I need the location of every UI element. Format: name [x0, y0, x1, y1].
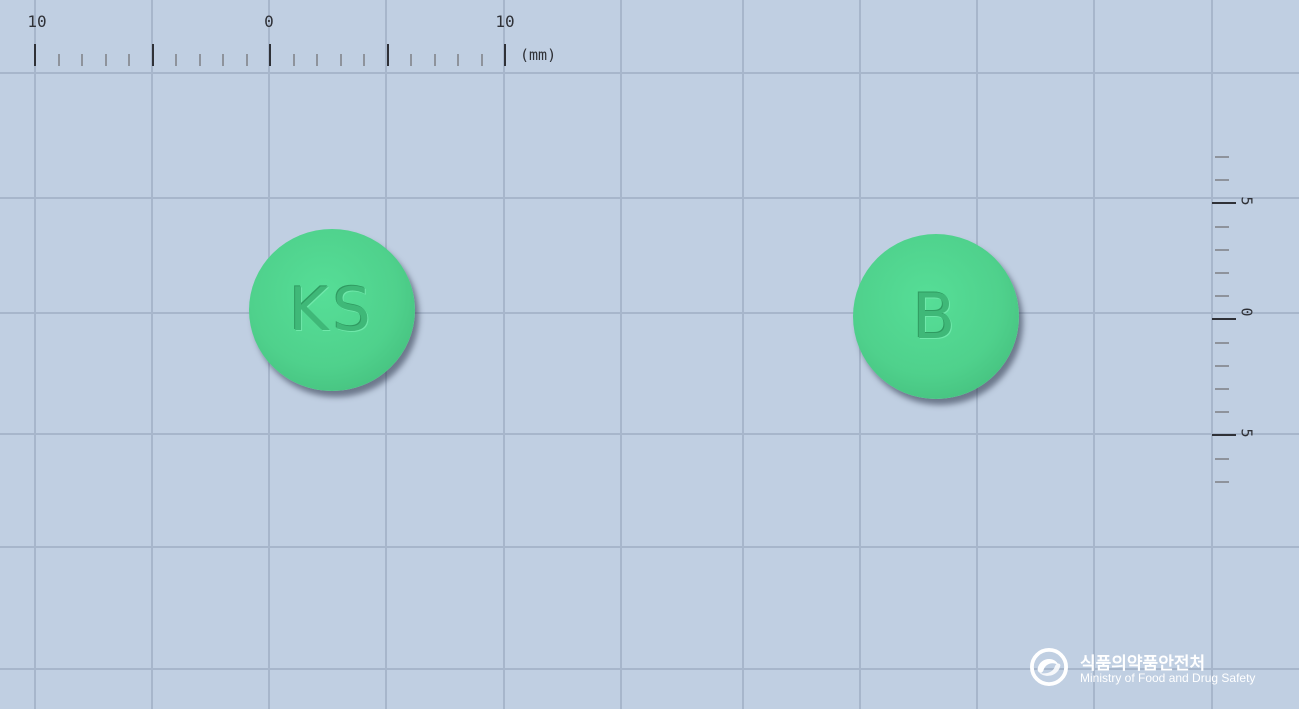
side-ruler-minor-tick [1215, 388, 1229, 390]
side-ruler-label-zero: 0 [1237, 307, 1256, 317]
ruler-minor-tick [246, 54, 248, 66]
side-ruler-major-tick [1212, 202, 1236, 204]
ruler-major-tick [269, 44, 271, 66]
pill-imprint-back: B [912, 280, 960, 353]
mfds-logo-icon [1030, 648, 1068, 686]
ruler-minor-tick [457, 54, 459, 66]
grid-line-vertical [1211, 0, 1213, 709]
side-ruler-minor-tick [1215, 179, 1229, 181]
mfds-logo: 식품의약품안전처 Ministry of Food and Drug Safet… [1028, 646, 1278, 690]
ruler-minor-tick [340, 54, 342, 66]
side-ruler-minor-tick [1215, 295, 1229, 297]
ruler-minor-tick [58, 54, 60, 66]
side-ruler-minor-tick [1215, 226, 1229, 228]
ruler-label-left-10: 10 [27, 12, 47, 31]
grid-line-vertical [742, 0, 744, 709]
ruler-major-tick [34, 44, 36, 66]
ruler-label-zero: 0 [264, 12, 274, 31]
side-ruler-minor-tick [1215, 458, 1229, 460]
ruler-major-tick [387, 44, 389, 66]
ruler-major-tick [504, 44, 506, 66]
grid-line-horizontal [0, 197, 1299, 199]
ruler-minor-tick [105, 54, 107, 66]
side-ruler-minor-tick [1215, 156, 1229, 158]
ruler-minor-tick [175, 54, 177, 66]
grid-line-vertical [1093, 0, 1095, 709]
side-ruler-minor-tick [1215, 342, 1229, 344]
ruler-minor-tick [81, 54, 83, 66]
ruler-minor-tick [316, 54, 318, 66]
logo-english-text: Ministry of Food and Drug Safety [1080, 671, 1256, 685]
ruler-minor-tick [199, 54, 201, 66]
ruler-minor-tick [293, 54, 295, 66]
grid-line-horizontal [0, 72, 1299, 74]
ruler-minor-tick [410, 54, 412, 66]
side-ruler-label-bottom-5: 5 [1237, 428, 1256, 438]
grid-line-horizontal [0, 312, 1299, 314]
side-ruler-major-tick [1212, 434, 1236, 436]
side-ruler-minor-tick [1215, 411, 1229, 413]
ruler-minor-tick [222, 54, 224, 66]
grid-line-horizontal [0, 546, 1299, 548]
ruler-label-right-10: 10 [495, 12, 515, 31]
ruler-unit-label: (mm) [520, 46, 557, 64]
ruler-minor-tick [481, 54, 483, 66]
pill-front: KS [249, 229, 415, 391]
ruler-minor-tick [363, 54, 365, 66]
side-ruler-minor-tick [1215, 481, 1229, 483]
grid-line-vertical [620, 0, 622, 709]
side-ruler-label-top-5: 5 [1237, 196, 1256, 206]
side-ruler-minor-tick [1215, 365, 1229, 367]
grid-line-vertical [34, 0, 36, 709]
ruler-minor-tick [128, 54, 130, 66]
ruler-major-tick [152, 44, 154, 66]
grid-line-vertical [503, 0, 505, 709]
grid-line-horizontal [0, 433, 1299, 435]
side-ruler-major-tick [1212, 318, 1236, 320]
grid-line-vertical [151, 0, 153, 709]
side-ruler-minor-tick [1215, 249, 1229, 251]
pill-back: B [853, 234, 1019, 399]
side-ruler-minor-tick [1215, 272, 1229, 274]
ruler-minor-tick [434, 54, 436, 66]
pill-imprint-front: KS [289, 275, 375, 345]
pill-photo-stage: 10 0 10 (mm) 5 0 5 KS B 식품의약품안전처 Ministr… [0, 0, 1299, 709]
